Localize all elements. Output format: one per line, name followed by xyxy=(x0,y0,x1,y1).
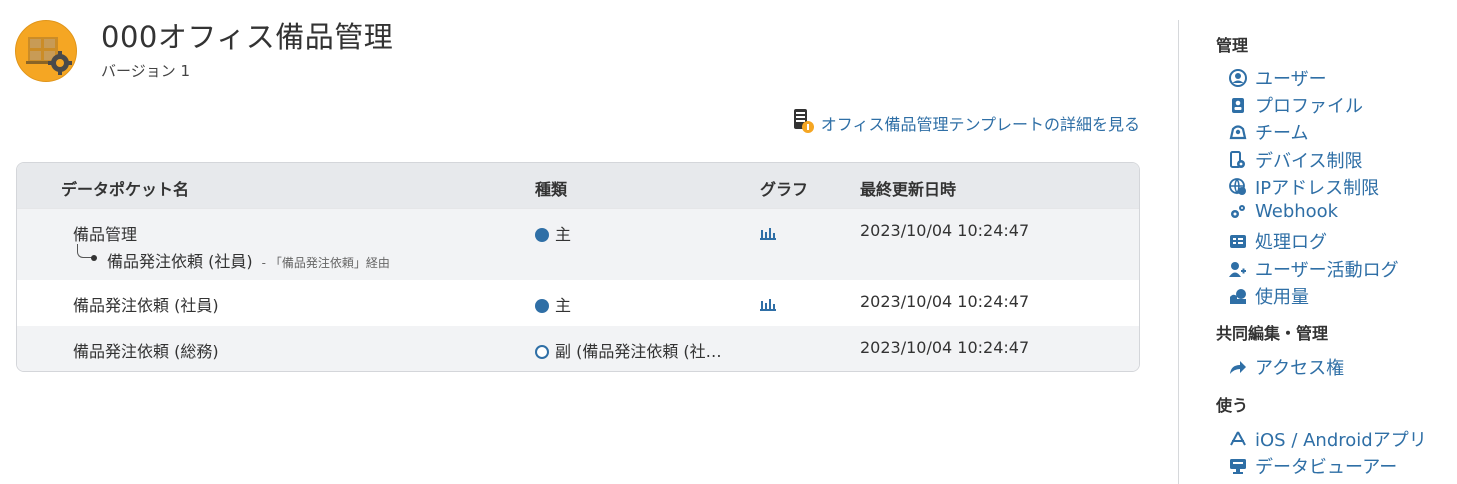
sidebar-item-label: アクセス権 xyxy=(1255,358,1345,379)
sidebar-item-mobile-app[interactable]: iOS / Androidアプリ xyxy=(1228,426,1427,452)
type-label: 主 xyxy=(555,225,572,244)
sidebar-item-team[interactable]: チーム xyxy=(1228,119,1308,145)
share-arrow-icon xyxy=(1228,357,1248,377)
child-datapocket-name[interactable]: 備品発注依頼 (社員) xyxy=(107,252,253,271)
sidebar-item-user-activity-log[interactable]: ユーザー活動ログ xyxy=(1228,256,1399,282)
template-detail-link[interactable]: オフィス備品管理テンプレートの詳細を見る xyxy=(791,108,1140,138)
profile-card-icon xyxy=(1228,95,1248,115)
updated-cell: 2023/10/04 10:24:47 xyxy=(860,292,1030,311)
sidebar-item-label: チーム xyxy=(1255,123,1309,144)
user-activity-icon xyxy=(1228,259,1248,279)
datapocket-table: データポケット名 種類 グラフ 最終更新日時 備品管理 備品発注依頼 (社員) … xyxy=(16,162,1140,372)
datapocket-name[interactable]: 備品発注依頼 (社員) xyxy=(73,292,219,316)
sidebar-item-data-viewer[interactable]: データビューアー xyxy=(1228,453,1397,479)
device-lock-icon xyxy=(1228,150,1248,170)
type-label: 副 (備品発注依頼 (社… xyxy=(555,342,722,361)
log-icon xyxy=(1228,231,1248,251)
sidebar-item-label: プロファイル xyxy=(1255,96,1363,117)
webhook-icon xyxy=(1228,202,1248,222)
updated-cell: 2023/10/04 10:24:47 xyxy=(860,221,1030,240)
version-label: バージョン 1 xyxy=(101,62,191,80)
column-header-updated: 最終更新日時 xyxy=(860,180,957,199)
sidebar-item-label: iOS / Androidアプリ xyxy=(1255,430,1427,451)
type-cell: 主 xyxy=(535,221,571,245)
sidebar-item-label: 使用量 xyxy=(1255,287,1309,308)
child-datapocket: 備品発注依頼 (社員) - 「備品発注依頼」経由 xyxy=(107,248,390,272)
sidebar-item-label: 処理ログ xyxy=(1255,232,1327,253)
sidebar-item-users[interactable]: ユーザー xyxy=(1228,65,1327,91)
sidebar-item-usage[interactable]: 使用量 xyxy=(1228,283,1309,309)
template-doc-icon xyxy=(791,108,817,138)
bar-chart-icon[interactable] xyxy=(760,225,776,244)
usage-icon xyxy=(1228,286,1248,306)
globe-lock-icon xyxy=(1228,177,1248,197)
sidebar-item-webhook[interactable]: Webhook xyxy=(1228,201,1338,222)
monitor-icon xyxy=(1228,456,1248,476)
type-label: 主 xyxy=(555,296,572,315)
user-circle-icon xyxy=(1228,68,1248,88)
sidebar-item-profile[interactable]: プロファイル xyxy=(1228,92,1363,118)
sidebar-item-ip-restriction[interactable]: IPアドレス制限 xyxy=(1228,174,1379,200)
sidebar-item-label: データビューアー xyxy=(1255,457,1398,478)
type-cell: 主 xyxy=(535,292,571,316)
table-row[interactable]: 備品発注依頼 (社員) 主 2023/10/04 10:24:47 xyxy=(17,280,1139,326)
datapocket-name[interactable]: 備品発注依頼 (総務) xyxy=(73,338,219,362)
column-header-name: データポケット名 xyxy=(61,180,190,199)
sidebar-heading-admin: 管理 xyxy=(1216,36,1249,55)
datapocket-name[interactable]: 備品管理 xyxy=(73,221,137,245)
sub-type-dot xyxy=(535,345,549,359)
template-link-label: オフィス備品管理テンプレートの詳細を見る xyxy=(820,115,1140,134)
table-row[interactable]: 備品発注依頼 (総務) 副 (備品発注依頼 (社… 2023/10/04 10:… xyxy=(17,326,1139,371)
main-content: 000オフィス備品管理 バージョン 1 オフィス備品管理テンプレートの詳細を見る… xyxy=(0,0,1160,484)
app-icon xyxy=(15,20,77,82)
updated-cell: 2023/10/04 10:24:47 xyxy=(860,338,1030,357)
sidebar-item-label: Webhook xyxy=(1255,201,1339,222)
tree-dot xyxy=(91,255,97,261)
column-header-type: 種類 xyxy=(535,180,568,199)
sidebar-heading-collab: 共同編集・管理 xyxy=(1216,324,1329,343)
table-row[interactable]: 備品管理 備品発注依頼 (社員) - 「備品発注依頼」経由 主 2023/10/… xyxy=(17,208,1139,280)
sidebar-item-label: ユーザー活動ログ xyxy=(1255,260,1399,281)
sidebar-item-label: デバイス制限 xyxy=(1255,151,1363,172)
bar-chart-icon[interactable] xyxy=(760,296,776,315)
child-via-text: - 「備品発注依頼」経由 xyxy=(261,256,390,270)
sidebar-item-process-log[interactable]: 処理ログ xyxy=(1228,228,1327,254)
sidebar-item-label: IPアドレス制限 xyxy=(1255,178,1380,199)
team-icon xyxy=(1228,122,1248,142)
main-type-dot xyxy=(535,228,549,242)
sidebar-item-access-rights[interactable]: アクセス権 xyxy=(1228,354,1344,380)
page-title: 000オフィス備品管理 xyxy=(101,20,394,54)
table-header: データポケット名 種類 グラフ 最終更新日時 xyxy=(17,163,1139,208)
main-type-dot xyxy=(535,299,549,313)
type-cell: 副 (備品発注依頼 (社… xyxy=(535,338,722,362)
sidebar-heading-use: 使う xyxy=(1216,396,1249,415)
sidebar-item-label: ユーザー xyxy=(1255,69,1327,90)
app-store-icon xyxy=(1228,429,1248,449)
sidebar-item-device-restriction[interactable]: デバイス制限 xyxy=(1228,147,1362,173)
vertical-divider xyxy=(1178,20,1179,484)
column-header-graph: グラフ xyxy=(760,180,809,199)
